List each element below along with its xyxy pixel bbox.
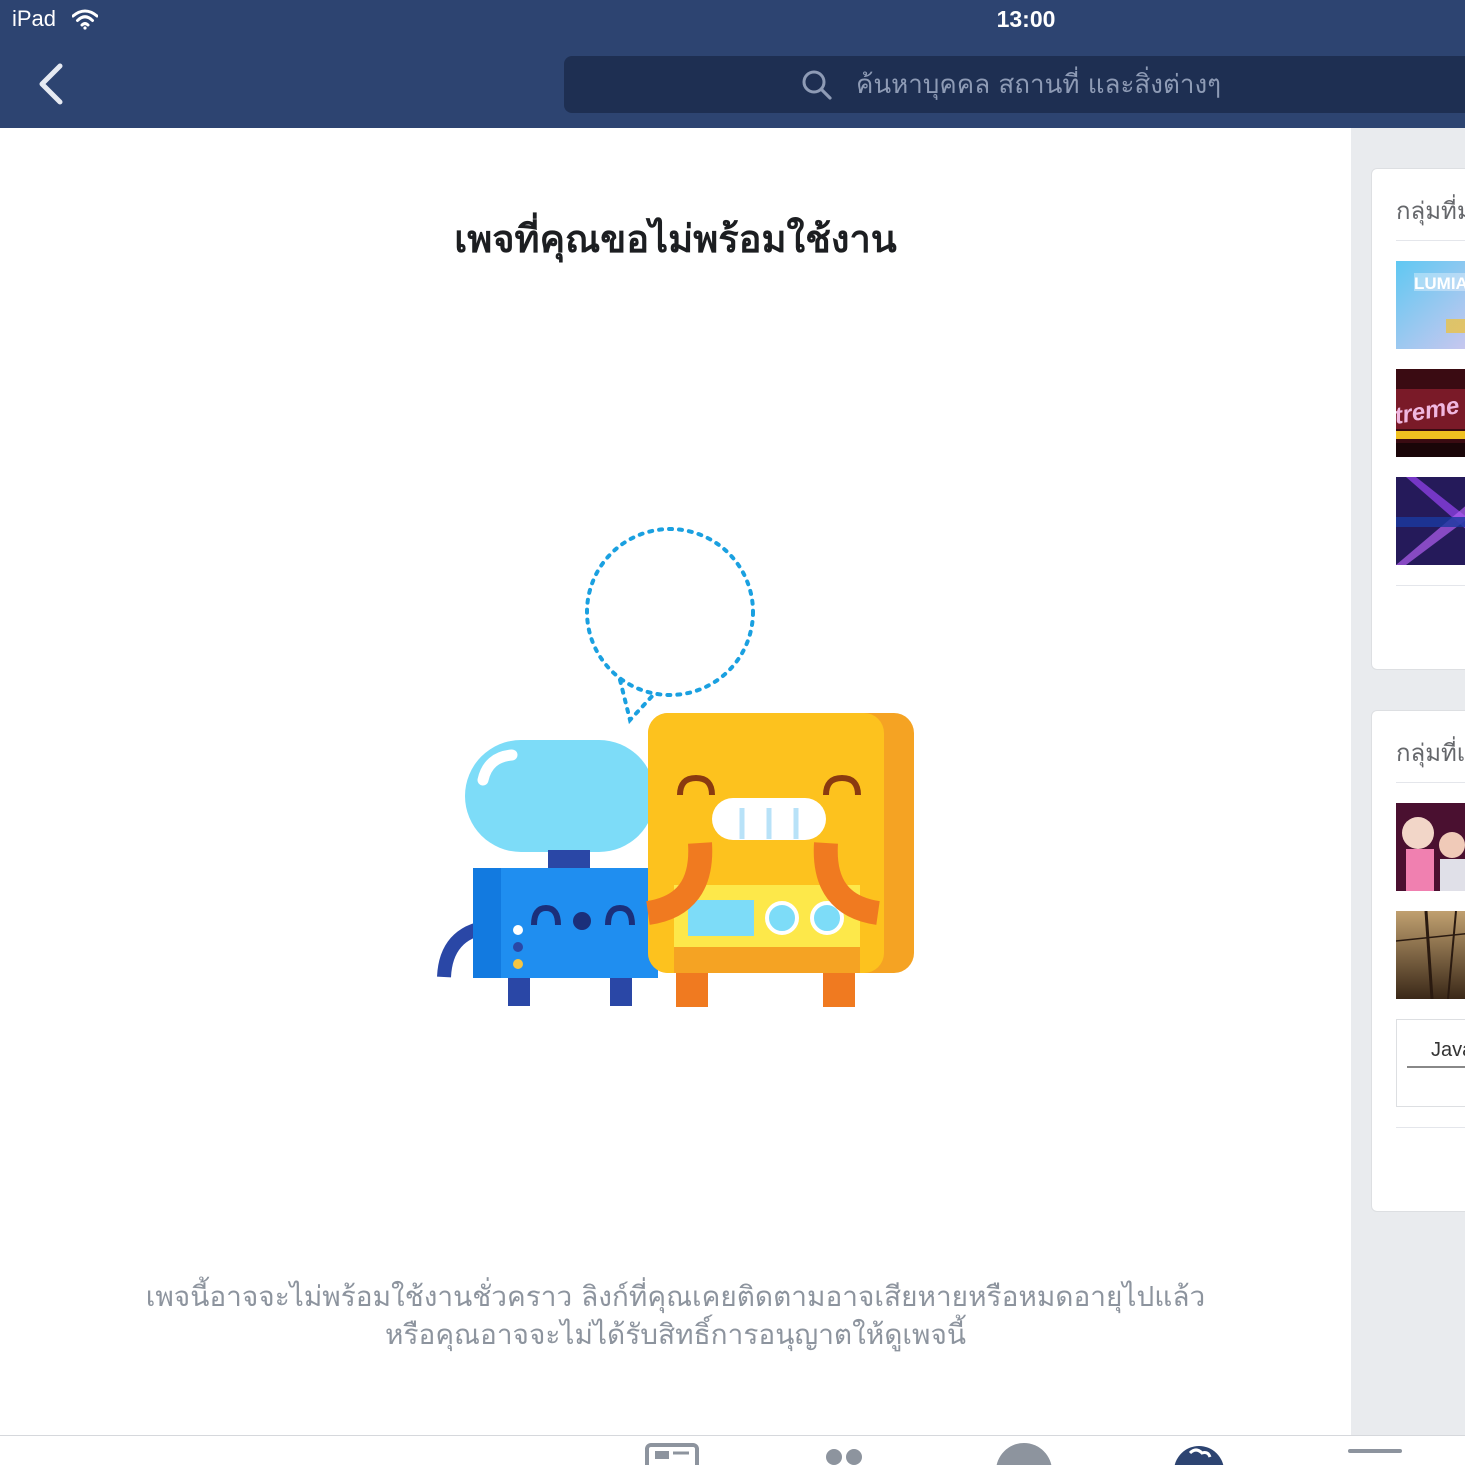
- svg-text:Java: Java: [1431, 1039, 1465, 1061]
- search-bar[interactable]: [564, 56, 1465, 113]
- message-line-1: เพจนี้อาจจะไม่พร้อมใช้งานชั่วคราว ลิงก์ท…: [145, 1280, 1206, 1313]
- divider: [1396, 240, 1465, 241]
- group-thumbnail[interactable]: Java: [1396, 1019, 1465, 1107]
- groups-card-1: กลุ่มที่ม LUMIA treme: [1371, 168, 1465, 670]
- search-input[interactable]: [854, 64, 1465, 106]
- status-time: 13:00: [996, 6, 1056, 32]
- search-icon: [801, 69, 833, 105]
- group-thumbnail[interactable]: [1396, 911, 1465, 999]
- group-thumbnail[interactable]: treme: [1396, 369, 1465, 457]
- group-thumbnail[interactable]: [1396, 477, 1465, 565]
- groups-card-2: กลุ่มที่เ Java: [1371, 710, 1465, 1212]
- top-bar: iPad 13:00: [0, 0, 1465, 128]
- robots-illustration: [430, 525, 930, 1019]
- group-thumbnail[interactable]: LUMIA: [1396, 261, 1465, 349]
- card-title: กลุ่มที่เ: [1396, 739, 1465, 767]
- page-title: เพจที่คุณขอไม่พร้อมใช้งาน: [454, 217, 897, 261]
- unavailable-message: เพจนี้อาจจะไม่พร้อมใช้งานชั่วคราว ลิงก์ท…: [60, 1278, 1291, 1354]
- divider: [1396, 1127, 1465, 1128]
- bottom-tab-bar: [0, 1435, 1465, 1466]
- svg-text:LUMIA: LUMIA: [1414, 274, 1465, 293]
- chevron-left-icon: [39, 63, 63, 105]
- message-line-2: หรือคุณอาจจะไม่ได้รับสิทธิ์การอนุญาตให้ด…: [385, 1318, 966, 1351]
- divider: [1396, 782, 1465, 783]
- divider: [1396, 585, 1465, 586]
- group-thumbnail[interactable]: [1396, 803, 1465, 891]
- card-title: กลุ่มที่ม: [1396, 197, 1465, 225]
- back-button[interactable]: [30, 60, 74, 108]
